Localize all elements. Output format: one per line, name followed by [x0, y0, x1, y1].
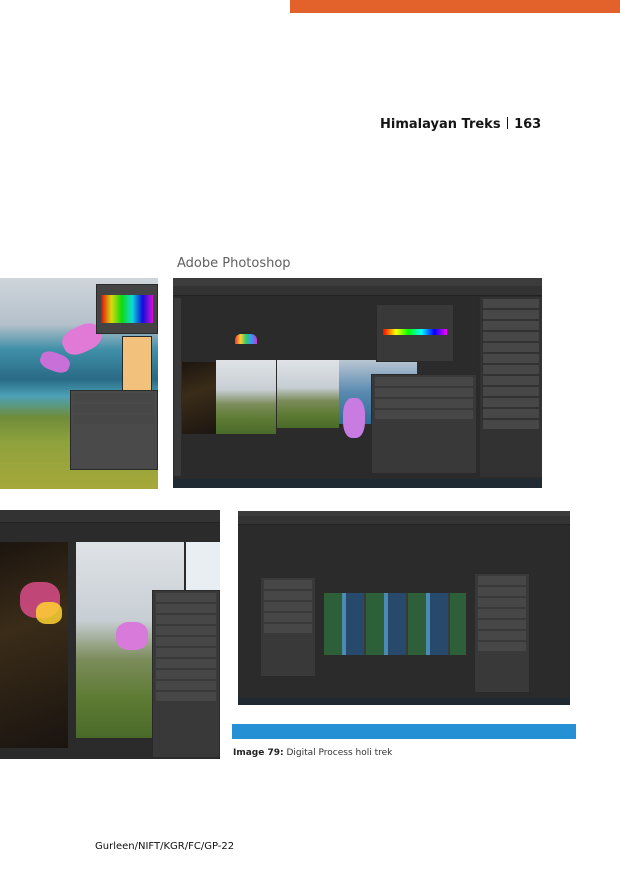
layers-panel	[371, 374, 477, 474]
poster-artboard	[0, 542, 68, 748]
caption-bar	[232, 724, 576, 739]
options-bar	[238, 516, 570, 525]
tools-panel	[174, 298, 181, 476]
section-label: Adobe Photoshop	[177, 256, 291, 271]
properties-panel	[260, 577, 316, 677]
artboard-thumbnail	[277, 360, 339, 428]
layers-panel	[152, 590, 220, 758]
menu-bar	[173, 278, 542, 286]
artboard-grid	[324, 593, 466, 655]
header-title: Himalayan Treks	[380, 117, 501, 132]
top-accent-bar	[290, 0, 620, 13]
screenshot-photoshop-artboards	[0, 510, 220, 759]
page-number: 163	[514, 117, 542, 132]
options-bar	[0, 510, 220, 523]
screenshot-photoshop-export	[238, 511, 570, 705]
color-panel	[376, 304, 454, 362]
screenshot-photoshop-main	[173, 278, 542, 488]
history-panel	[479, 296, 542, 478]
image-caption: Image 79: Digital Process holi trek	[233, 748, 392, 758]
logo-mark	[235, 334, 257, 344]
paint-splash	[343, 398, 365, 438]
paint-splash	[36, 602, 62, 624]
stroke-panel	[70, 390, 158, 470]
artboard-thumbnail	[216, 360, 276, 434]
caption-text: Digital Process holi trek	[286, 748, 393, 758]
swatches-panel	[96, 284, 158, 334]
footer-code: Gurleen/NIFT/KGR/FC/GP-22	[95, 841, 235, 852]
screenshot-left-photoshop-detail	[0, 278, 158, 489]
options-bar	[173, 286, 542, 296]
paint-splash	[116, 622, 148, 650]
layers-panel	[474, 573, 530, 693]
running-header: Himalayan Treks 163	[380, 117, 541, 132]
caption-label: Image 79:	[233, 748, 284, 758]
windows-taskbar	[173, 479, 542, 488]
header-separator	[506, 117, 509, 129]
windows-taskbar	[238, 698, 570, 705]
